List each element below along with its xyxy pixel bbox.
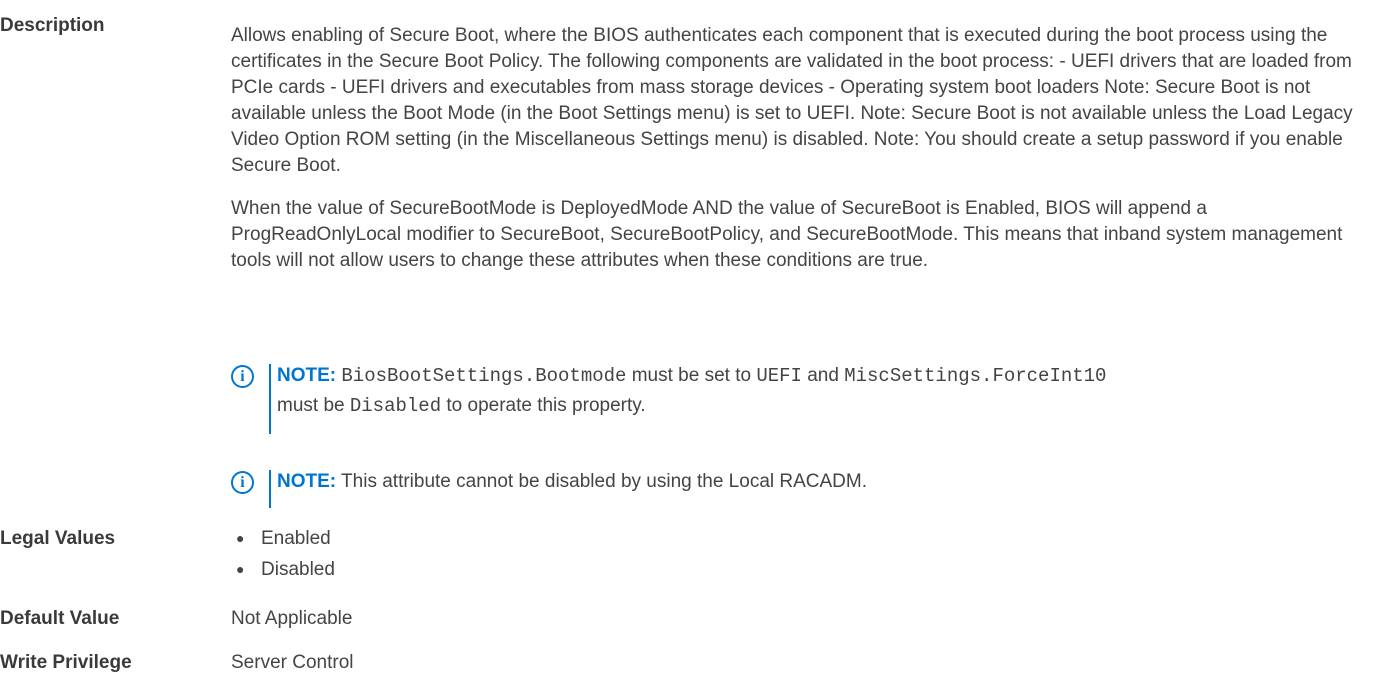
note-code-forceint10: MiscSettings.ForceInt10	[844, 365, 1107, 387]
note-text: must be	[277, 395, 350, 416]
note-line-1: NOTE: BiosBootSettings.Bootmode must be …	[277, 361, 1382, 391]
note-text: and	[801, 365, 845, 386]
note-line-2: must be Disabled to operate this propert…	[277, 391, 1382, 421]
note-title: NOTE:	[277, 471, 337, 492]
note-divider	[269, 364, 271, 434]
info-circle-icon: i	[231, 365, 254, 388]
description-label: Description	[0, 15, 105, 36]
note-text: This attribute cannot be disabled by usi…	[336, 471, 867, 492]
bullet-icon: ●	[236, 561, 245, 577]
note-code-uefi: UEFI	[756, 365, 802, 387]
list-item: ● Enabled	[231, 523, 335, 554]
legal-value-enabled: Enabled	[261, 528, 331, 549]
note-text: to operate this property.	[441, 395, 646, 416]
note-code-disabled: Disabled	[349, 395, 442, 417]
note-divider	[269, 470, 271, 508]
legal-values-label: Legal Values	[0, 528, 116, 549]
default-value: Not Applicable	[231, 608, 353, 629]
legal-value-disabled: Disabled	[261, 559, 335, 580]
description-paragraph-2: When the value of SecureBootMode is Depl…	[231, 198, 1343, 271]
info-circle-icon: i	[231, 471, 254, 494]
list-item: ● Disabled	[231, 554, 335, 585]
description-paragraph-1: Allows enabling of Secure Boot, where th…	[231, 25, 1353, 176]
default-value-label: Default Value	[0, 608, 120, 629]
note-text: must be set to	[626, 365, 757, 386]
write-privilege-label: Write Privilege	[0, 652, 132, 673]
note-code-bootmode: BiosBootSettings.Bootmode	[341, 365, 627, 387]
bullet-icon: ●	[236, 530, 245, 546]
write-privilege-value: Server Control	[231, 652, 354, 673]
note-title: NOTE:	[277, 365, 337, 386]
description-body: Allows enabling of Secure Boot, where th…	[231, 23, 1381, 274]
legal-values-list: ● Enabled ● Disabled	[231, 523, 335, 585]
